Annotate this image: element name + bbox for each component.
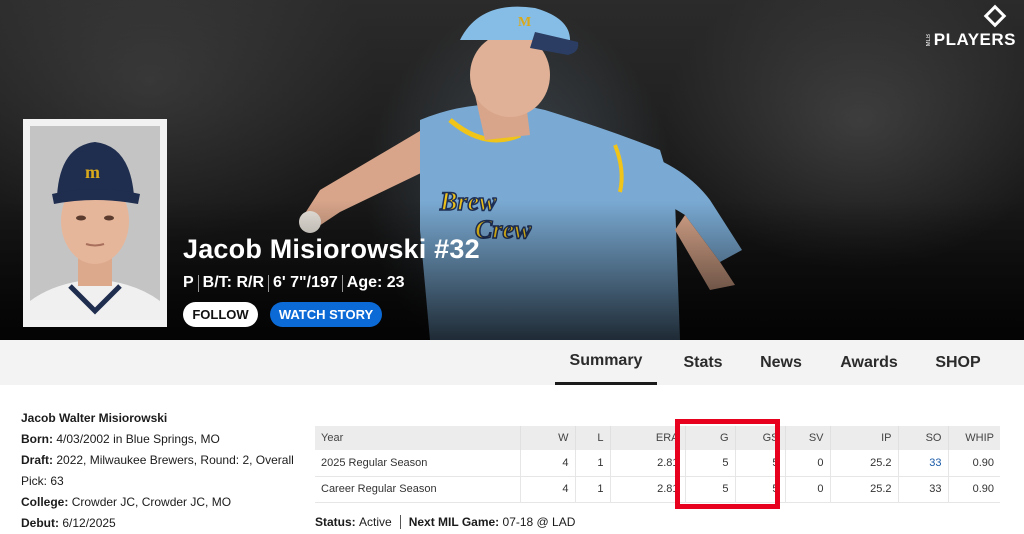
player-headshot-frame: m xyxy=(23,119,167,327)
watch-story-button[interactable]: WATCH STORY xyxy=(270,302,382,327)
next-game-label: Next MIL Game: xyxy=(408,515,500,529)
players-logo-text: PLAYERS xyxy=(933,30,1016,49)
status-line: Status: Active Next MIL Game: 07-18 @ LA… xyxy=(315,515,575,529)
bio-draft: 2022, Milwaukee Brewers, Round: 2, Overa… xyxy=(21,453,294,488)
player-tabs: Summary Stats News Awards SHOP xyxy=(555,340,991,385)
cell-gs: 5 xyxy=(734,476,785,503)
cell-sv: 0 xyxy=(784,476,830,503)
mlb-players-logo[interactable]: PLAYERS MLB xyxy=(926,4,1016,50)
follow-button[interactable]: FOLLOW xyxy=(183,302,258,327)
player-bio: Jacob Walter Misiorowski Born: 4/03/2002… xyxy=(21,408,306,534)
tab-stats[interactable]: Stats xyxy=(657,340,749,385)
next-game-value[interactable]: 07-18 @ LAD xyxy=(503,515,576,529)
player-bats-throws: B/T: R/R xyxy=(202,274,264,291)
cell-sv: 0 xyxy=(784,450,830,477)
bio-debut: 6/12/2025 xyxy=(62,516,116,530)
cell-ip: 25.2 xyxy=(829,450,898,477)
player-name-number: Jacob Misiorowski #32 xyxy=(183,234,480,264)
cell-era: 2.81 xyxy=(609,450,685,477)
cell-w: 4 xyxy=(519,450,575,477)
col-header-era[interactable]: ERA xyxy=(609,426,685,450)
bio-college-label: College: xyxy=(21,495,69,509)
cell-l: 1 xyxy=(574,450,610,477)
bio-draft-label: Draft: xyxy=(21,453,53,467)
tab-news[interactable]: News xyxy=(749,340,813,385)
meta-divider xyxy=(268,274,269,292)
col-header-so[interactable]: SO xyxy=(897,426,948,450)
col-header-gs[interactable]: GS xyxy=(734,426,785,450)
col-header-l[interactable]: L xyxy=(574,426,610,450)
tab-shop[interactable]: SHOP xyxy=(925,340,991,385)
stats-header-row: Year W L ERA G GS SV IP SO WHIP xyxy=(315,426,1000,450)
cell-g: 5 xyxy=(684,476,735,503)
status-label: Status: xyxy=(315,515,356,529)
cell-whip: 0.90 xyxy=(947,476,1000,503)
col-header-g[interactable]: G xyxy=(684,426,735,450)
bio-debut-label: Debut: xyxy=(21,516,59,530)
player-meta-line: P B/T: R/R 6' 7"/197 Age: 23 xyxy=(183,274,405,292)
col-header-w[interactable]: W xyxy=(519,426,575,450)
jersey-wordmark-1: Brew xyxy=(439,187,497,216)
col-header-sv[interactable]: SV xyxy=(784,426,830,450)
table-row: 2025 Regular Season 4 1 2.81 5 5 0 25.2 … xyxy=(315,450,1000,477)
cell-g: 5 xyxy=(684,450,735,477)
svg-text:M: M xyxy=(518,15,531,30)
jersey-wordmark-2: Crew xyxy=(475,215,532,244)
bio-college: Crowder JC, Crowder JC, MO xyxy=(71,495,232,509)
bio-full-name: Jacob Walter Misiorowski xyxy=(21,411,168,425)
player-height-weight: 6' 7"/197 xyxy=(273,274,338,291)
mlb-logo-text: MLB xyxy=(925,33,932,46)
cell-so-link[interactable]: 33 xyxy=(897,450,948,477)
meta-divider xyxy=(197,274,199,292)
meta-divider xyxy=(341,274,343,292)
svg-text:m: m xyxy=(85,162,100,182)
cell-ip: 25.2 xyxy=(829,476,898,503)
player-headshot: m xyxy=(30,126,160,320)
player-position: P xyxy=(183,274,194,291)
cell-so: 33 xyxy=(897,476,948,503)
players-diamond-icon xyxy=(983,4,1007,28)
status-value: Active xyxy=(359,515,392,529)
cell-year: 2025 Regular Season xyxy=(315,450,520,477)
tab-awards[interactable]: Awards xyxy=(813,340,925,385)
cell-year: Career Regular Season xyxy=(315,476,520,503)
cell-whip: 0.90 xyxy=(947,450,1000,477)
bio-born-label: Born: xyxy=(21,432,53,446)
cell-gs: 5 xyxy=(734,450,785,477)
cell-era: 2.81 xyxy=(609,476,685,503)
col-header-year[interactable]: Year xyxy=(315,426,520,450)
table-row: Career Regular Season 4 1 2.81 5 5 0 25.… xyxy=(315,476,1000,503)
cell-l: 1 xyxy=(574,476,610,503)
tab-summary[interactable]: Summary xyxy=(555,340,657,385)
cell-w: 4 xyxy=(519,476,575,503)
col-header-whip[interactable]: WHIP xyxy=(947,426,1000,450)
stats-table: Year W L ERA G GS SV IP SO WHIP 2025 Reg… xyxy=(315,426,1000,503)
headshot-image: m xyxy=(30,126,160,320)
bio-born: 4/03/2002 in Blue Springs, MO xyxy=(56,432,220,446)
col-header-ip[interactable]: IP xyxy=(829,426,898,450)
player-age: Age: 23 xyxy=(346,274,405,291)
status-divider xyxy=(399,515,401,529)
